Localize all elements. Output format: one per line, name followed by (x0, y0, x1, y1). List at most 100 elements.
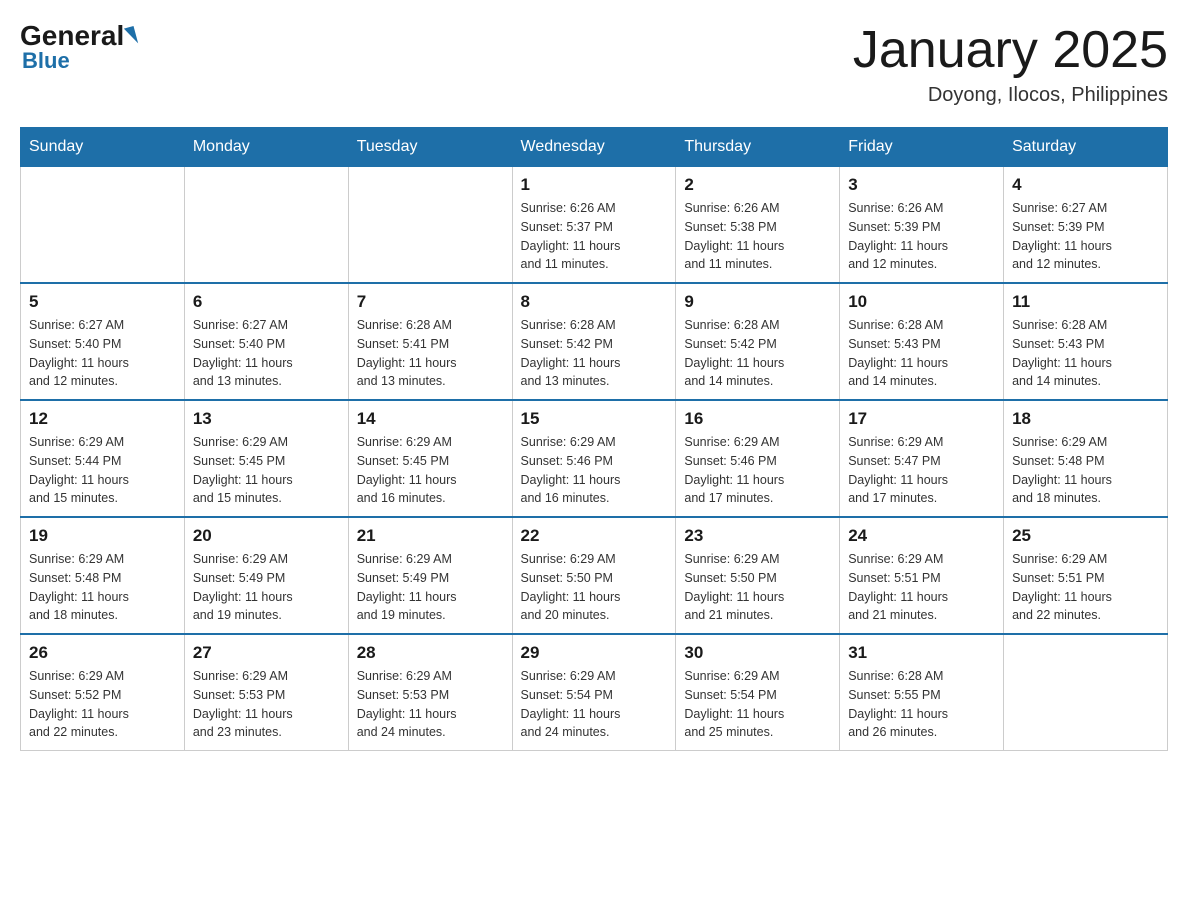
page-header: General Blue January 2025 Doyong, Ilocos… (20, 20, 1168, 107)
calendar-cell: 14 Sunrise: 6:29 AM Sunset: 5:45 PM Dayli… (348, 400, 512, 517)
day-number: 6 (193, 292, 340, 312)
calendar-week-row: 26 Sunrise: 6:29 AM Sunset: 5:52 PM Dayli… (21, 634, 1168, 751)
day-number: 29 (521, 643, 668, 663)
day-number: 19 (29, 526, 176, 546)
calendar-cell: 27 Sunrise: 6:29 AM Sunset: 5:53 PM Dayli… (184, 634, 348, 751)
day-number: 18 (1012, 409, 1159, 429)
day-number: 21 (357, 526, 504, 546)
calendar-header-tuesday: Tuesday (348, 128, 512, 167)
calendar-cell: 31Sunrise: 6:28 AM Sunset: 5:55 PM Dayli… (840, 634, 1004, 751)
calendar-cell (1004, 634, 1168, 751)
title-block: January 2025 Doyong, Ilocos, Philippines (853, 20, 1168, 107)
day-info: Sunrise: 6:29 AM Sunset: 5:51 PM Dayligh… (1012, 550, 1159, 625)
day-info: Sunrise: 6:28 AM Sunset: 5:43 PM Dayligh… (848, 316, 995, 391)
logo: General Blue (20, 20, 136, 74)
calendar-week-row: 1Sunrise: 6:26 AM Sunset: 5:37 PM Daylig… (21, 167, 1168, 284)
day-number: 31 (848, 643, 995, 663)
day-number: 27 (193, 643, 340, 663)
calendar-cell (21, 167, 185, 284)
day-info: Sunrise: 6:29 AM Sunset: 5:54 PM Dayligh… (684, 667, 831, 742)
day-info: Sunrise: 6:29 AM Sunset: 5:50 PM Dayligh… (521, 550, 668, 625)
calendar-cell (348, 167, 512, 284)
day-number: 24 (848, 526, 995, 546)
day-number: 30 (684, 643, 831, 663)
calendar-header-sunday: Sunday (21, 128, 185, 167)
calendar-week-row: 5 Sunrise: 6:27 AM Sunset: 5:40 PM Daylig… (21, 283, 1168, 400)
calendar-table: SundayMondayTuesdayWednesdayThursdayFrid… (20, 127, 1168, 751)
day-info: Sunrise: 6:27 AM Sunset: 5:39 PM Dayligh… (1012, 199, 1159, 274)
day-number: 23 (684, 526, 831, 546)
calendar-cell: 5 Sunrise: 6:27 AM Sunset: 5:40 PM Daylig… (21, 283, 185, 400)
calendar-cell: 23 Sunrise: 6:29 AM Sunset: 5:50 PM Dayli… (676, 517, 840, 634)
calendar-cell: 24Sunrise: 6:29 AM Sunset: 5:51 PM Dayli… (840, 517, 1004, 634)
calendar-cell: 18 Sunrise: 6:29 AM Sunset: 5:48 PM Dayli… (1004, 400, 1168, 517)
calendar-cell: 12 Sunrise: 6:29 AM Sunset: 5:44 PM Dayli… (21, 400, 185, 517)
calendar-header-thursday: Thursday (676, 128, 840, 167)
calendar-cell: 26 Sunrise: 6:29 AM Sunset: 5:52 PM Dayli… (21, 634, 185, 751)
day-info: Sunrise: 6:29 AM Sunset: 5:49 PM Dayligh… (193, 550, 340, 625)
calendar-cell: 30 Sunrise: 6:29 AM Sunset: 5:54 PM Dayli… (676, 634, 840, 751)
day-number: 2 (684, 175, 831, 195)
calendar-cell: 25 Sunrise: 6:29 AM Sunset: 5:51 PM Dayli… (1004, 517, 1168, 634)
day-number: 20 (193, 526, 340, 546)
day-number: 9 (684, 292, 831, 312)
day-info: Sunrise: 6:29 AM Sunset: 5:50 PM Dayligh… (684, 550, 831, 625)
location-subtitle: Doyong, Ilocos, Philippines (853, 84, 1168, 107)
calendar-cell: 11 Sunrise: 6:28 AM Sunset: 5:43 PM Dayli… (1004, 283, 1168, 400)
day-info: Sunrise: 6:29 AM Sunset: 5:47 PM Dayligh… (848, 433, 995, 508)
day-number: 16 (684, 409, 831, 429)
calendar-cell: 9 Sunrise: 6:28 AM Sunset: 5:42 PM Daylig… (676, 283, 840, 400)
calendar-cell: 1Sunrise: 6:26 AM Sunset: 5:37 PM Daylig… (512, 167, 676, 284)
day-number: 26 (29, 643, 176, 663)
calendar-header-row: SundayMondayTuesdayWednesdayThursdayFrid… (21, 128, 1168, 167)
calendar-cell (184, 167, 348, 284)
calendar-cell: 28 Sunrise: 6:29 AM Sunset: 5:53 PM Dayli… (348, 634, 512, 751)
day-number: 25 (1012, 526, 1159, 546)
day-info: Sunrise: 6:29 AM Sunset: 5:45 PM Dayligh… (357, 433, 504, 508)
day-info: Sunrise: 6:26 AM Sunset: 5:38 PM Dayligh… (684, 199, 831, 274)
day-info: Sunrise: 6:27 AM Sunset: 5:40 PM Dayligh… (193, 316, 340, 391)
day-info: Sunrise: 6:29 AM Sunset: 5:53 PM Dayligh… (357, 667, 504, 742)
logo-blue-text: Blue (22, 48, 70, 74)
day-info: Sunrise: 6:29 AM Sunset: 5:53 PM Dayligh… (193, 667, 340, 742)
day-number: 13 (193, 409, 340, 429)
day-info: Sunrise: 6:26 AM Sunset: 5:37 PM Dayligh… (521, 199, 668, 274)
day-number: 7 (357, 292, 504, 312)
calendar-cell: 10 Sunrise: 6:28 AM Sunset: 5:43 PM Dayli… (840, 283, 1004, 400)
day-number: 5 (29, 292, 176, 312)
day-info: Sunrise: 6:29 AM Sunset: 5:48 PM Dayligh… (1012, 433, 1159, 508)
calendar-header-saturday: Saturday (1004, 128, 1168, 167)
day-number: 15 (521, 409, 668, 429)
day-info: Sunrise: 6:28 AM Sunset: 5:42 PM Dayligh… (684, 316, 831, 391)
day-info: Sunrise: 6:27 AM Sunset: 5:40 PM Dayligh… (29, 316, 176, 391)
day-info: Sunrise: 6:29 AM Sunset: 5:44 PM Dayligh… (29, 433, 176, 508)
day-info: Sunrise: 6:29 AM Sunset: 5:46 PM Dayligh… (521, 433, 668, 508)
day-info: Sunrise: 6:26 AM Sunset: 5:39 PM Dayligh… (848, 199, 995, 274)
calendar-cell: 19 Sunrise: 6:29 AM Sunset: 5:48 PM Dayli… (21, 517, 185, 634)
day-number: 12 (29, 409, 176, 429)
calendar-cell: 13Sunrise: 6:29 AM Sunset: 5:45 PM Dayli… (184, 400, 348, 517)
logo-arrow-icon (124, 26, 138, 46)
calendar-cell: 7 Sunrise: 6:28 AM Sunset: 5:41 PM Daylig… (348, 283, 512, 400)
calendar-cell: 29 Sunrise: 6:29 AM Sunset: 5:54 PM Dayli… (512, 634, 676, 751)
calendar-cell: 17 Sunrise: 6:29 AM Sunset: 5:47 PM Dayli… (840, 400, 1004, 517)
day-number: 28 (357, 643, 504, 663)
calendar-cell: 8Sunrise: 6:28 AM Sunset: 5:42 PM Daylig… (512, 283, 676, 400)
month-title: January 2025 (853, 20, 1168, 80)
day-number: 17 (848, 409, 995, 429)
day-number: 10 (848, 292, 995, 312)
calendar-cell: 16 Sunrise: 6:29 AM Sunset: 5:46 PM Dayli… (676, 400, 840, 517)
calendar-cell: 21 Sunrise: 6:29 AM Sunset: 5:49 PM Dayli… (348, 517, 512, 634)
day-info: Sunrise: 6:28 AM Sunset: 5:43 PM Dayligh… (1012, 316, 1159, 391)
day-number: 11 (1012, 292, 1159, 312)
calendar-header-friday: Friday (840, 128, 1004, 167)
day-info: Sunrise: 6:29 AM Sunset: 5:48 PM Dayligh… (29, 550, 176, 625)
day-info: Sunrise: 6:29 AM Sunset: 5:49 PM Dayligh… (357, 550, 504, 625)
day-info: Sunrise: 6:29 AM Sunset: 5:54 PM Dayligh… (521, 667, 668, 742)
calendar-header-monday: Monday (184, 128, 348, 167)
day-info: Sunrise: 6:29 AM Sunset: 5:52 PM Dayligh… (29, 667, 176, 742)
day-info: Sunrise: 6:28 AM Sunset: 5:42 PM Dayligh… (521, 316, 668, 391)
day-info: Sunrise: 6:29 AM Sunset: 5:46 PM Dayligh… (684, 433, 831, 508)
day-number: 14 (357, 409, 504, 429)
day-info: Sunrise: 6:28 AM Sunset: 5:41 PM Dayligh… (357, 316, 504, 391)
